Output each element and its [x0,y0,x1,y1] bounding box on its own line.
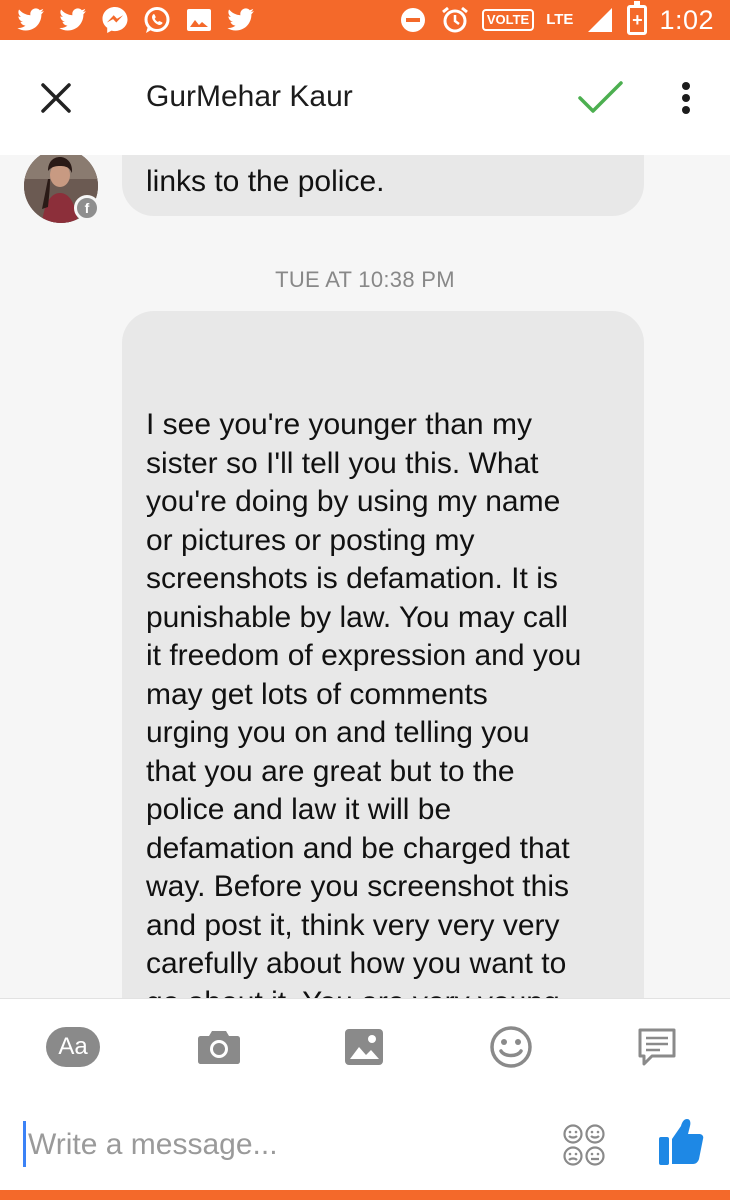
camera-icon [198,1031,240,1064]
message-text: I see you're younger than my sister so I… [146,408,582,998]
message-text: links to the police. [146,165,385,198]
status-time: 1:02 [659,4,714,35]
emoji-icon [490,1026,532,1068]
chat-bubble-icon [638,1028,676,1066]
message-thread[interactable]: links to the police. f TUE AT 10:38 PM I… [0,155,730,998]
text-style-button[interactable]: Aa [46,1027,100,1067]
conversation-header: GurMehar Kaur [0,40,730,155]
stickers-button[interactable] [562,1123,606,1167]
twitter-icon [16,6,46,34]
close-button[interactable] [36,78,76,118]
mark-done-button[interactable] [576,78,624,118]
contact-name: GurMehar Kaur [146,80,353,113]
camera-button[interactable] [197,1021,241,1073]
dot-icon [682,82,690,90]
message-timestamp: TUE AT 10:38 PM [275,267,455,292]
alarm-icon [440,6,470,34]
image-icon [345,1029,383,1065]
system-status: VOLTE LTE + 1:02 [398,1,714,36]
gallery-button[interactable] [344,1021,384,1073]
bottom-accent-strip [0,1190,730,1200]
battery-charging-label: + [632,9,643,30]
gallery-icon [184,6,214,34]
close-icon [41,83,71,113]
thumbs-up-icon [659,1119,704,1165]
more-composer-button[interactable] [636,1021,678,1073]
status-bar: VOLTE LTE + 1:02 [0,0,730,40]
message-input[interactable] [22,1121,542,1169]
twitter-icon [58,6,88,34]
lte-indicator: LTE [546,11,574,28]
message-composer: Aa [0,998,730,1190]
twitter-icon [226,6,256,34]
signal-icon [585,6,615,34]
more-options-button[interactable] [672,78,700,118]
like-button[interactable] [658,1117,704,1167]
volte-indicator: VOLTE [481,9,535,31]
text-style-label: Aa [58,1033,88,1060]
messenger-icon [100,6,130,34]
dot-icon [682,106,690,114]
whatsapp-icon [142,6,172,34]
message-bubble-previous[interactable]: links to the police. [122,155,644,216]
notification-icons [16,6,256,34]
stickers-icon [563,1124,605,1166]
dot-icon [682,94,690,102]
battery-icon: + [627,1,648,35]
checkmark-icon [578,81,623,113]
emoji-button[interactable] [488,1021,534,1073]
message-bubble[interactable]: I see you're younger than my sister so I… [122,311,644,998]
do-not-disturb-icon [398,6,428,34]
facebook-badge-icon: f [74,195,100,221]
text-cursor [23,1121,26,1167]
